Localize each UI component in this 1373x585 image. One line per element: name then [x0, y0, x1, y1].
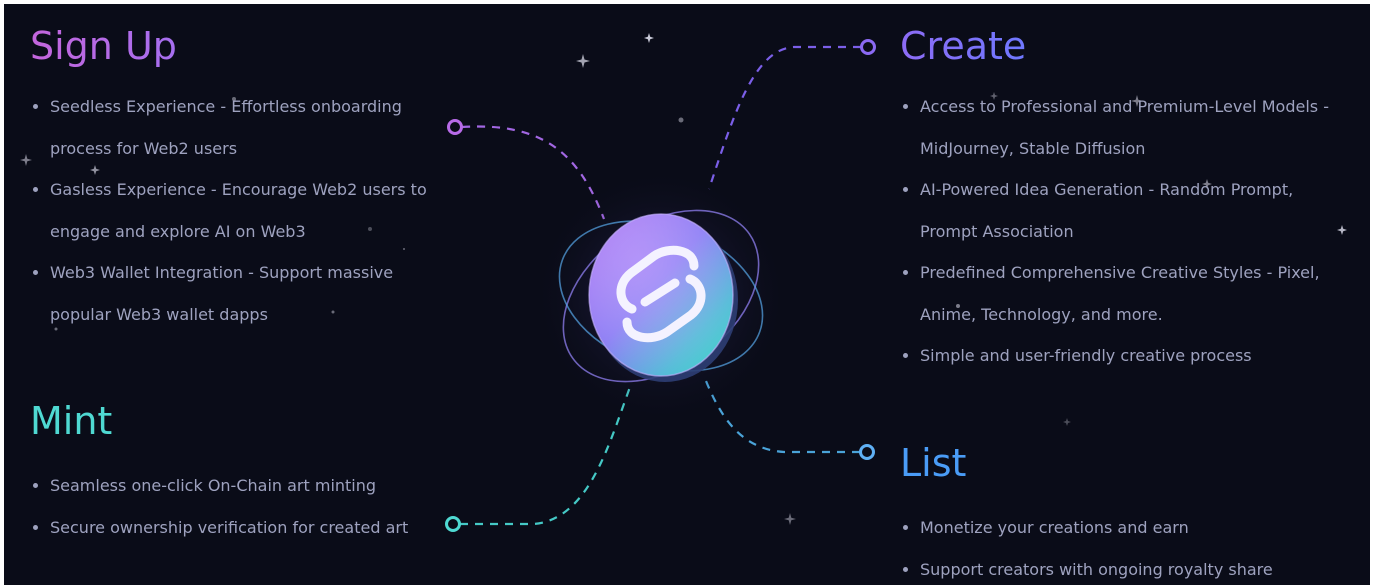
- list-item: Support creators with ongoing royalty sh…: [900, 549, 1330, 585]
- ring-dot-icon: [860, 39, 876, 55]
- list-item: Secure ownership verification for create…: [30, 507, 430, 549]
- list-item: Gasless Experience - Encourage Web2 user…: [30, 169, 430, 252]
- list-item: Seamless one-click On-Chain art minting: [30, 465, 430, 507]
- list-item: Web3 Wallet Integration - Support massiv…: [30, 252, 430, 335]
- section-sign-up: Sign Up Seedless Experience - Effortless…: [30, 24, 430, 335]
- feature-list: Seamless one-click On-Chain art minting …: [30, 465, 430, 548]
- feature-stage: Sign Up Seedless Experience - Effortless…: [4, 4, 1370, 585]
- list-item: Seedless Experience - Effortless onboard…: [30, 86, 430, 169]
- section-mint: Mint Seamless one-click On-Chain art min…: [30, 399, 430, 548]
- ring-dot-icon: [445, 516, 461, 532]
- feature-list: Monetize your creations and earn Support…: [900, 507, 1330, 585]
- section-list: List Monetize your creations and earn Su…: [900, 441, 1330, 585]
- list-item: Simple and user-friendly creative proces…: [900, 335, 1330, 377]
- list-item: Access to Professional and Premium-Level…: [900, 86, 1330, 169]
- section-title: List: [900, 441, 967, 485]
- app-logo-icon: [531, 166, 791, 426]
- list-item: AI-Powered Idea Generation - Random Prom…: [900, 169, 1330, 252]
- sparkle-icon: [1337, 225, 1347, 235]
- feature-list: Seedless Experience - Effortless onboard…: [30, 86, 430, 335]
- sparkle-icon: [644, 33, 654, 43]
- section-create: Create Access to Professional and Premiu…: [900, 24, 1330, 377]
- sparkle-icon: [1063, 418, 1071, 426]
- ring-dot-icon: [859, 444, 875, 460]
- connector-create-line: [707, 45, 861, 190]
- list-item: Predefined Comprehensive Creative Styles…: [900, 252, 1330, 335]
- list-item: Monetize your creations and earn: [900, 507, 1330, 549]
- sparkle-icon: [576, 54, 590, 68]
- ring-dot-icon: [447, 119, 463, 135]
- sparkle-icon: [784, 513, 796, 525]
- section-title: Sign Up: [30, 24, 177, 68]
- feature-list: Access to Professional and Premium-Level…: [900, 86, 1330, 377]
- section-title: Mint: [30, 399, 113, 443]
- section-title: Create: [900, 24, 1027, 68]
